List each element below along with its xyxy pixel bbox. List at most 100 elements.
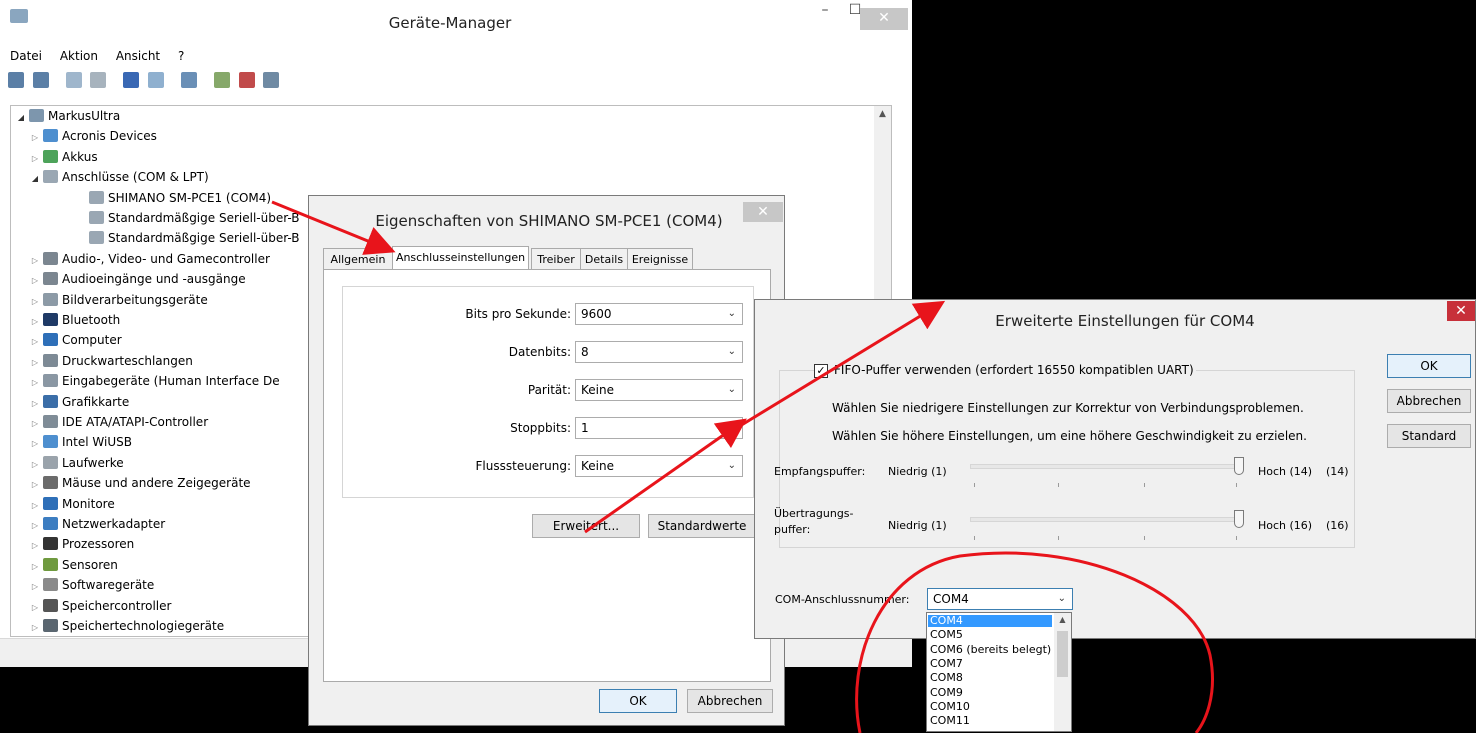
tree-item[interactable]: ▷ Sensoren	[29, 555, 118, 575]
stoppbits-select[interactable]: 1 ⌄	[575, 417, 743, 439]
com-option[interactable]: COM5	[928, 629, 1052, 641]
com-option[interactable]: COM8	[928, 672, 1052, 684]
menu-datei[interactable]: Datei	[10, 46, 42, 66]
view-icon[interactable]	[90, 72, 107, 88]
collapsed-arrow-icon[interactable]: ▷	[29, 414, 41, 434]
transmit-slider-track[interactable]	[970, 517, 1240, 522]
tab-treiber[interactable]: Treiber	[531, 248, 581, 270]
tree-item[interactable]: ▷ Laufwerke	[29, 453, 124, 473]
tree-item[interactable]: ▷ Monitore	[29, 494, 115, 514]
properties-icon[interactable]	[65, 72, 82, 88]
collapsed-arrow-icon[interactable]: ▷	[29, 455, 41, 475]
menu-aktion[interactable]: Aktion	[60, 46, 98, 66]
fifo-checkbox[interactable]: ✓	[814, 364, 828, 378]
collapsed-arrow-icon[interactable]: ▷	[29, 394, 41, 414]
scroll-up-icon[interactable]: ▲	[1054, 613, 1071, 627]
tree-item[interactable]: ▷ Eingabegeräte (Human Interface De	[29, 371, 280, 391]
tree-item[interactable]: ▷ Speichercontroller	[29, 596, 171, 616]
collapsed-arrow-icon[interactable]: ▷	[29, 251, 41, 271]
back-icon[interactable]	[8, 72, 24, 88]
com-option[interactable]: COM11	[928, 715, 1052, 727]
collapsed-arrow-icon[interactable]: ▷	[29, 475, 41, 495]
cancel-button[interactable]: Abbrechen	[1387, 389, 1471, 413]
collapsed-arrow-icon[interactable]: ▷	[29, 618, 41, 636]
receive-slider-thumb[interactable]	[1234, 457, 1244, 475]
tree-item[interactable]: ◢ MarkusUltra	[15, 106, 120, 126]
tree-item[interactable]: ▷ Speichertechnologiegeräte	[29, 616, 224, 636]
close-button[interactable]: ✕	[860, 8, 908, 30]
datenbits-select[interactable]: 8 ⌄	[575, 341, 743, 363]
paritaet-select[interactable]: Keine ⌄	[575, 379, 743, 401]
advanced-button[interactable]: Erweitert...	[532, 514, 640, 538]
expanded-arrow-icon[interactable]: ◢	[29, 169, 41, 189]
collapsed-arrow-icon[interactable]: ▷	[29, 353, 41, 373]
com-option[interactable]: COM7	[928, 657, 1052, 670]
tree-item[interactable]: ◢ Anschlüsse (COM & LPT)	[29, 167, 209, 187]
collapsed-arrow-icon[interactable]: ▷	[29, 312, 41, 332]
collapsed-arrow-icon[interactable]: ▷	[29, 128, 41, 148]
cancel-button[interactable]: Abbrechen	[687, 689, 773, 713]
tree-item[interactable]: ▷ Grafikkarte	[29, 392, 129, 412]
collapsed-arrow-icon[interactable]: ▷	[29, 516, 41, 536]
minimize-button[interactable]: –	[815, 2, 835, 18]
collapsed-arrow-icon[interactable]: ▷	[29, 496, 41, 516]
tree-item[interactable]: ▷ Prozessoren	[29, 534, 134, 554]
scroll-up-icon[interactable]: ▲	[874, 106, 891, 123]
tab-anschlusseinstellungen[interactable]: Anschlusseinstellungen	[392, 246, 529, 271]
collapsed-arrow-icon[interactable]: ▷	[29, 536, 41, 556]
help-icon[interactable]	[123, 72, 140, 88]
tree-item[interactable]: ▷ Druckwarteschlangen	[29, 351, 193, 371]
collapsed-arrow-icon[interactable]: ▷	[29, 434, 41, 454]
expanded-arrow-icon[interactable]: ◢	[15, 108, 27, 128]
collapsed-arrow-icon[interactable]: ▷	[29, 292, 41, 312]
tree-item[interactable]: ▷ IDE ATA/ATAPI-Controller	[29, 412, 208, 432]
tree-item[interactable]: ▷ Akkus	[29, 147, 98, 167]
defaults-button[interactable]: Standard	[1387, 424, 1471, 448]
tree-item[interactable]: ▷ Bildverarbeitungsgeräte	[29, 290, 208, 310]
ok-button[interactable]: OK	[599, 689, 677, 713]
com-port-select[interactable]: COM4 ⌄	[927, 588, 1073, 610]
collapsed-arrow-icon[interactable]: ▷	[29, 271, 41, 291]
collapsed-arrow-icon[interactable]: ▷	[29, 557, 41, 577]
fifo-label[interactable]: FIFO-Puffer verwenden (erfordert 16550 k…	[832, 363, 1196, 377]
tree-item[interactable]: ▷ Bluetooth	[29, 310, 120, 330]
list-icon[interactable]	[148, 72, 165, 88]
tree-item[interactable]: Standardmäßgige Seriell-über-B	[75, 228, 300, 248]
uninstall-icon[interactable]	[238, 72, 255, 88]
tree-item[interactable]: ▷ Netzwerkadapter	[29, 514, 165, 534]
tab-allgemein[interactable]: Allgemein	[323, 248, 393, 270]
disable-icon[interactable]	[263, 72, 280, 88]
tree-item[interactable]: SHIMANO SM-PCE1 (COM4)	[75, 188, 271, 208]
collapsed-arrow-icon[interactable]: ▷	[29, 373, 41, 393]
defaults-button[interactable]: Standardwerte	[648, 514, 756, 538]
com-option[interactable]: COM10	[928, 700, 1052, 713]
tree-item[interactable]: ▷ Computer	[29, 330, 122, 350]
com-option[interactable]: COM4	[928, 615, 1052, 627]
forward-icon[interactable]	[32, 72, 49, 88]
collapsed-arrow-icon[interactable]: ▷	[29, 598, 41, 618]
tree-item[interactable]: ▷ Audioeingänge und -ausgänge	[29, 269, 246, 289]
com-option[interactable]: COM9	[928, 686, 1052, 699]
com-option[interactable]: COM6 (bereits belegt)	[928, 643, 1052, 656]
tree-item[interactable]: ▷ Audio-, Video- und Gamecontroller	[29, 249, 270, 269]
tree-item[interactable]: ▷ Intel WiUSB	[29, 432, 132, 452]
menu-help[interactable]: ?	[178, 46, 184, 66]
bits-per-second-select[interactable]: 9600 ⌄	[575, 303, 743, 325]
scroll-thumb[interactable]	[1057, 631, 1068, 677]
tree-item[interactable]: ▷ Acronis Devices	[29, 126, 157, 146]
close-button[interactable]: ✕	[1447, 301, 1475, 321]
tab-details[interactable]: Details	[580, 248, 628, 270]
close-button[interactable]: ✕	[743, 202, 783, 222]
collapsed-arrow-icon[interactable]: ▷	[29, 149, 41, 169]
tree-item[interactable]: ▷ Mäuse und andere Zeigegeräte	[29, 473, 251, 493]
update-driver-icon[interactable]	[213, 72, 230, 88]
tree-item[interactable]: ▷ Softwaregeräte	[29, 575, 154, 595]
receive-slider-track[interactable]	[970, 464, 1240, 469]
scan-icon[interactable]	[180, 72, 197, 88]
dropdown-scrollbar[interactable]: ▲	[1054, 613, 1071, 731]
transmit-slider-thumb[interactable]	[1234, 510, 1244, 528]
collapsed-arrow-icon[interactable]: ▷	[29, 332, 41, 352]
menu-ansicht[interactable]: Ansicht	[116, 46, 160, 66]
tab-ereignisse[interactable]: Ereignisse	[627, 248, 693, 270]
ok-button[interactable]: OK	[1387, 354, 1471, 378]
